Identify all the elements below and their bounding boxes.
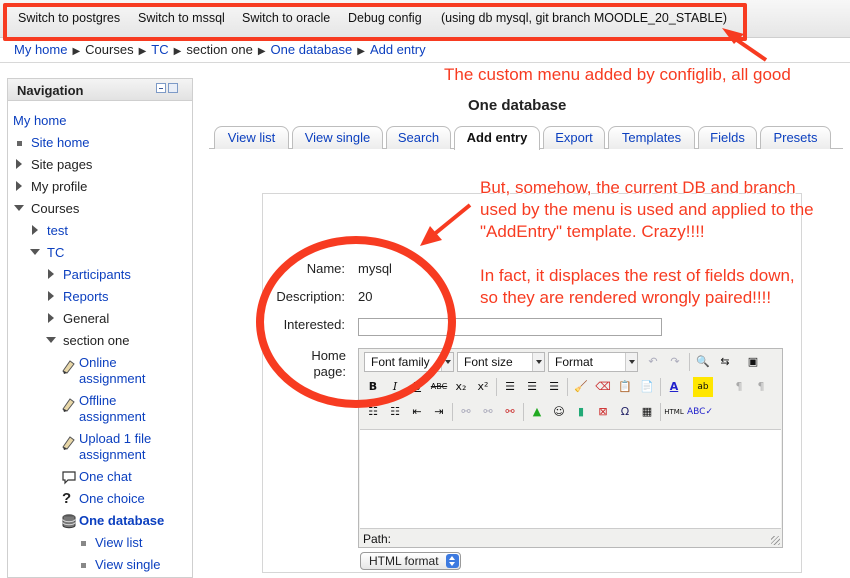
- note-line-5: In fact, it displaces the rest of fields…: [480, 266, 795, 285]
- field-annotation-arrow: [430, 203, 472, 238]
- note-line-3: "AddEntry" template. Crazy!!!!: [480, 222, 705, 241]
- note-line-6: so they are rendered wrongly paired!!!!: [480, 288, 772, 307]
- note-line-1: But, somehow, the current DB and branch: [480, 178, 796, 197]
- annotation-circle: [256, 236, 456, 408]
- menu-annotation-arrow: [732, 36, 768, 62]
- menu-annotation-text: The custom menu added by configlib, all …: [444, 65, 791, 84]
- note-line-2: used by the menu is used and applied to …: [480, 200, 814, 219]
